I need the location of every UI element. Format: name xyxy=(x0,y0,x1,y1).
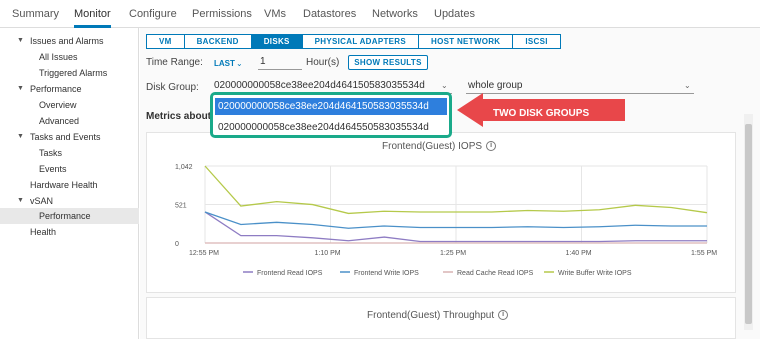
scrollbar-thumb[interactable] xyxy=(745,124,752,324)
x-tick-label: 1:10 PM xyxy=(315,250,341,257)
subtab-host-network[interactable]: HOST NETWORK xyxy=(418,34,514,49)
sidebar-item-performance[interactable]: Performance xyxy=(30,84,82,94)
time-range-label: Time Range: xyxy=(146,57,203,68)
legend-label[interactable]: Frontend Write IOPS xyxy=(354,270,419,277)
chevron-down-icon[interactable]: ⌄ xyxy=(684,81,691,90)
disk-group-label: Disk Group: xyxy=(146,82,199,93)
chevron-down-icon[interactable]: ▼ xyxy=(17,37,24,44)
sidebar-item-tasks-and-events[interactable]: Tasks and Events xyxy=(30,132,101,142)
sidebar-item-overview[interactable]: Overview xyxy=(39,100,77,110)
tab-monitor[interactable]: Monitor xyxy=(74,8,111,20)
sidebar-item-triggered-alarms[interactable]: Triggered Alarms xyxy=(39,68,107,78)
metrics-about-label: Metrics about xyxy=(146,111,212,122)
y-tick-label: 1,042 xyxy=(175,164,193,171)
throughput-title-text: Frontend(Guest) Throughput xyxy=(367,310,495,321)
chevron-down-icon[interactable]: ⌄ xyxy=(441,81,448,90)
top-tabs: Summary Monitor Configure Permissions VM… xyxy=(0,0,760,28)
throughput-chart-panel: Frontend(Guest) Throughput i xyxy=(146,297,736,339)
subtab-iscsi[interactable]: ISCSI xyxy=(512,34,561,49)
main-scrollbar[interactable] xyxy=(744,114,753,330)
show-results-button[interactable]: SHOW RESULTS xyxy=(348,55,428,70)
x-tick-label: 1:25 PM xyxy=(440,250,466,257)
sidebar-item-issues-and-alarms[interactable]: Issues and Alarms xyxy=(30,36,104,46)
time-range-mode-select[interactable]: LAST xyxy=(214,59,235,68)
chevron-down-icon[interactable]: ▼ xyxy=(17,85,24,92)
subtab-vm[interactable]: VM xyxy=(146,34,185,49)
tab-updates[interactable]: Updates xyxy=(434,8,475,20)
callout-text: TWO DISK GROUPS xyxy=(493,108,590,119)
sidebar-item-all-issues[interactable]: All Issues xyxy=(39,52,78,62)
tab-summary[interactable]: Summary xyxy=(12,8,59,20)
legend-label[interactable]: Read Cache Read IOPS xyxy=(457,270,534,277)
chevron-down-icon[interactable]: ⌄ xyxy=(236,59,243,68)
tab-vms[interactable]: VMs xyxy=(264,8,286,20)
y-tick-label: 0 xyxy=(175,241,179,248)
disk-group-dropdown: 020000000058ce38ee204d464150583035534d 0… xyxy=(210,92,452,138)
tab-permissions[interactable]: Permissions xyxy=(192,8,252,20)
x-tick-label: 12:55 PM xyxy=(189,250,219,257)
y-tick-label: 521 xyxy=(175,203,187,210)
tab-configure[interactable]: Configure xyxy=(129,8,177,20)
x-tick-label: 1:40 PM xyxy=(566,250,592,257)
dropdown-option[interactable]: 020000000058ce38ee204d464550583035534d xyxy=(215,119,447,136)
performance-subtabs: VM BACKEND DISKS PHYSICAL ADAPTERS HOST … xyxy=(146,34,561,49)
throughput-chart-title: Frontend(Guest) Throughput i xyxy=(367,310,509,321)
tab-networks[interactable]: Networks xyxy=(372,8,418,20)
legend-label[interactable]: Frontend Read IOPS xyxy=(257,270,323,277)
chevron-down-icon[interactable]: ▼ xyxy=(17,197,24,204)
sidebar-item-vsan-performance[interactable]: Performance xyxy=(39,211,91,221)
dropdown-option[interactable]: 020000000058ce38ee204d464150583035534d xyxy=(215,98,447,115)
time-range-value-input[interactable]: 1 xyxy=(258,56,302,70)
sidebar-item-events[interactable]: Events xyxy=(39,164,67,174)
x-tick-label: 1:55 PM xyxy=(691,250,717,257)
chevron-down-icon[interactable]: ▼ xyxy=(17,133,24,140)
sidebar-item-vsan[interactable]: vSAN xyxy=(30,196,53,206)
subtab-backend[interactable]: BACKEND xyxy=(183,34,252,49)
sidebar-item-advanced[interactable]: Advanced xyxy=(39,116,79,126)
sidebar-item-health[interactable]: Health xyxy=(30,227,56,237)
subtab-physical-adapters[interactable]: PHYSICAL ADAPTERS xyxy=(301,34,420,49)
iops-line-chart: 1,042 521 0 12:55 PM 1:10 PM 1:25 PM 1:40 PM 1:… xyxy=(175,164,717,277)
subtab-disks[interactable]: DISKS xyxy=(250,34,303,49)
sidebar: ▼ Issues and Alarms All Issues Triggered… xyxy=(0,28,139,339)
info-icon[interactable]: i xyxy=(498,310,509,321)
time-range-unit: Hour(s) xyxy=(306,57,340,68)
tab-datastores[interactable]: Datastores xyxy=(303,8,356,20)
disk-group-filter-select[interactable]: whole group xyxy=(466,80,694,94)
legend-label[interactable]: Write Buffer Write IOPS xyxy=(558,270,632,277)
sidebar-item-hardware-health[interactable]: Hardware Health xyxy=(30,180,98,190)
sidebar-item-tasks[interactable]: Tasks xyxy=(39,148,62,158)
iops-chart-panel: Frontend(Guest) IOPS i 1,042 521 0 12:55 PM 1… xyxy=(146,132,736,293)
